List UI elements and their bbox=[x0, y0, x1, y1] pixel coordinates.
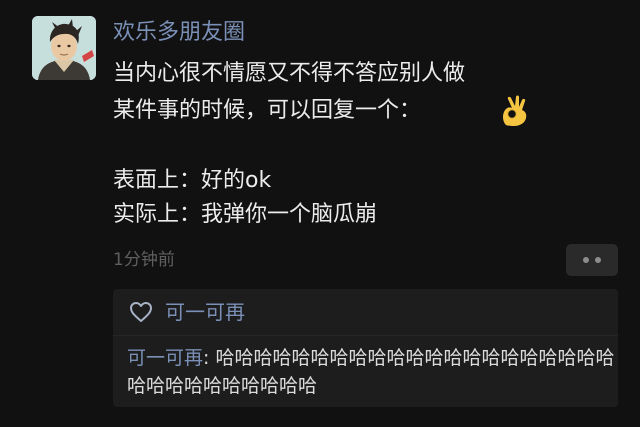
ok-hand-emoji-icon bbox=[503, 95, 527, 126]
comment-item[interactable]: 可一可再: 哈哈哈哈哈哈哈哈哈哈哈哈哈哈哈哈哈哈哈哈哈哈哈哈哈哈哈哈哈哈哈 bbox=[127, 344, 617, 400]
post-timestamp: 1分钟前 bbox=[113, 250, 175, 270]
comment-separator: : bbox=[203, 347, 216, 369]
user-avatar-illustration bbox=[32, 16, 96, 80]
avatar[interactable] bbox=[32, 16, 96, 80]
more-dots-icon bbox=[583, 257, 589, 263]
likes-comments-panel: 可一可再 可一可再: 哈哈哈哈哈哈哈哈哈哈哈哈哈哈哈哈哈哈哈哈哈哈哈哈哈哈哈哈哈… bbox=[113, 289, 618, 407]
post-text-line: 某件事的时候，可以回复一个： bbox=[113, 98, 422, 123]
post-text-line: 当内心很不情愿又不得不答应别人做 bbox=[113, 61, 466, 86]
post-author-name[interactable]: 欢乐多朋友圈 bbox=[113, 18, 245, 48]
post-text-line: 表面上：好的ok bbox=[113, 168, 272, 193]
heart-outline-icon bbox=[130, 302, 152, 322]
more-dots-icon bbox=[595, 257, 601, 263]
post-text-line: 实际上：我弹你一个脑瓜崩 bbox=[113, 202, 378, 227]
comment-author[interactable]: 可一可再 bbox=[127, 347, 203, 369]
more-actions-button[interactable] bbox=[566, 244, 618, 276]
likes-row: 可一可再 bbox=[113, 289, 618, 336]
like-user-name[interactable]: 可一可再 bbox=[165, 297, 245, 327]
moments-screen: 欢乐多朋友圈 当内心很不情愿又不得不答应别人做 某件事的时候，可以回复一个： 表… bbox=[0, 0, 640, 427]
